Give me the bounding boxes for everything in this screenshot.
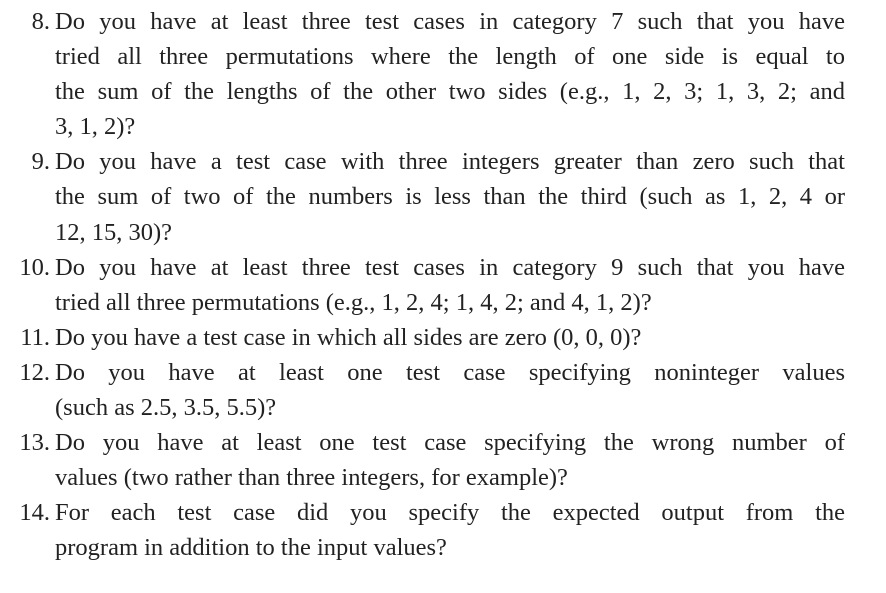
item-text-line: values (two rather than three integers, …: [55, 464, 568, 492]
item-number: 9.: [31, 148, 50, 176]
list-item: 12. Do you have at least one test case s…: [0, 355, 886, 425]
list-item: 10. Do you have at least three test case…: [0, 250, 886, 320]
item-text-line: 12, 15, 30)?: [55, 218, 173, 246]
item-number: 8.: [31, 8, 50, 35]
list-item: 14. For each test case did you specify t…: [0, 495, 886, 565]
list-item: 13. Do you have at least one test case s…: [0, 425, 886, 495]
list-item: 8. Do you have at least three test cases…: [0, 4, 886, 144]
item-text-line: For each test case did you specify the e…: [55, 499, 845, 527]
item-number: 10.: [19, 253, 50, 281]
item-text-line: the sum of two of the numbers is less th…: [55, 183, 845, 211]
list-item: 9. Do you have a test case with three in…: [0, 144, 886, 249]
list-item: 11. Do you have a test case in which all…: [0, 320, 886, 355]
item-text-line: program in addition to the input values?: [55, 534, 447, 562]
item-text-line: the sum of the lengths of the other two …: [55, 78, 845, 106]
item-number: 11.: [20, 323, 50, 351]
item-number: 14.: [19, 499, 50, 527]
item-text-line: 3, 1, 2)?: [55, 113, 136, 141]
item-text-line: Do you have at least one test case speci…: [55, 358, 845, 386]
item-text-line: (such as 2.5, 3.5, 5.5)?: [55, 394, 277, 422]
item-number: 13.: [19, 429, 50, 457]
item-number: 12.: [19, 358, 50, 386]
item-text-line: tried all three permutations where the l…: [55, 43, 845, 71]
item-text-line: Do you have at least three test cases in…: [55, 253, 845, 281]
item-text-line: Do you have a test case in which all sid…: [55, 323, 642, 351]
item-text-line: Do you have a test case with three integ…: [55, 148, 845, 176]
item-text-line: Do you have at least one test case speci…: [55, 429, 845, 457]
checklist: 8. Do you have at least three test cases…: [0, 4, 886, 566]
item-text-line: Do you have at least three test cases in…: [55, 8, 845, 35]
item-text-line: tried all three permutations (e.g., 1, 2…: [55, 288, 652, 316]
